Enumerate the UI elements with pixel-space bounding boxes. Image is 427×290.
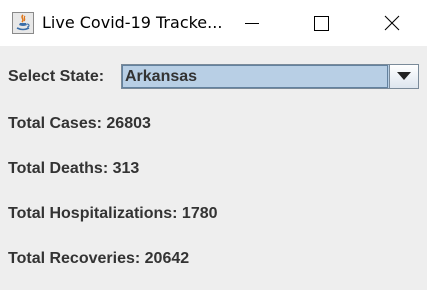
- total-cases-label: Total Cases: 26803: [8, 115, 151, 132]
- minimize-button[interactable]: [229, 0, 275, 46]
- title-bar[interactable]: Live Covid-19 Tracke...: [0, 0, 427, 46]
- total-hospitalizations-label: Total Hospitalizations: 1780: [8, 205, 218, 222]
- app-window: Live Covid-19 Tracke... Select State: Ar…: [0, 0, 427, 290]
- close-button[interactable]: [368, 0, 414, 46]
- content-panel: Select State: Arkansas Total Cases: 2680…: [0, 46, 427, 290]
- maximize-button[interactable]: [298, 0, 344, 46]
- dropdown-arrow-button[interactable]: [389, 65, 418, 88]
- java-icon: [12, 12, 34, 34]
- clipped-content: [12, 284, 72, 290]
- total-recoveries-label: Total Recoveries: 20642: [8, 250, 190, 267]
- window-title: Live Covid-19 Tracke...: [42, 13, 223, 32]
- selected-state-value: Arkansas: [125, 68, 198, 85]
- select-state-label: Select State:: [8, 68, 105, 85]
- state-dropdown[interactable]: Arkansas: [121, 64, 419, 89]
- total-deaths-label: Total Deaths: 313: [8, 160, 140, 177]
